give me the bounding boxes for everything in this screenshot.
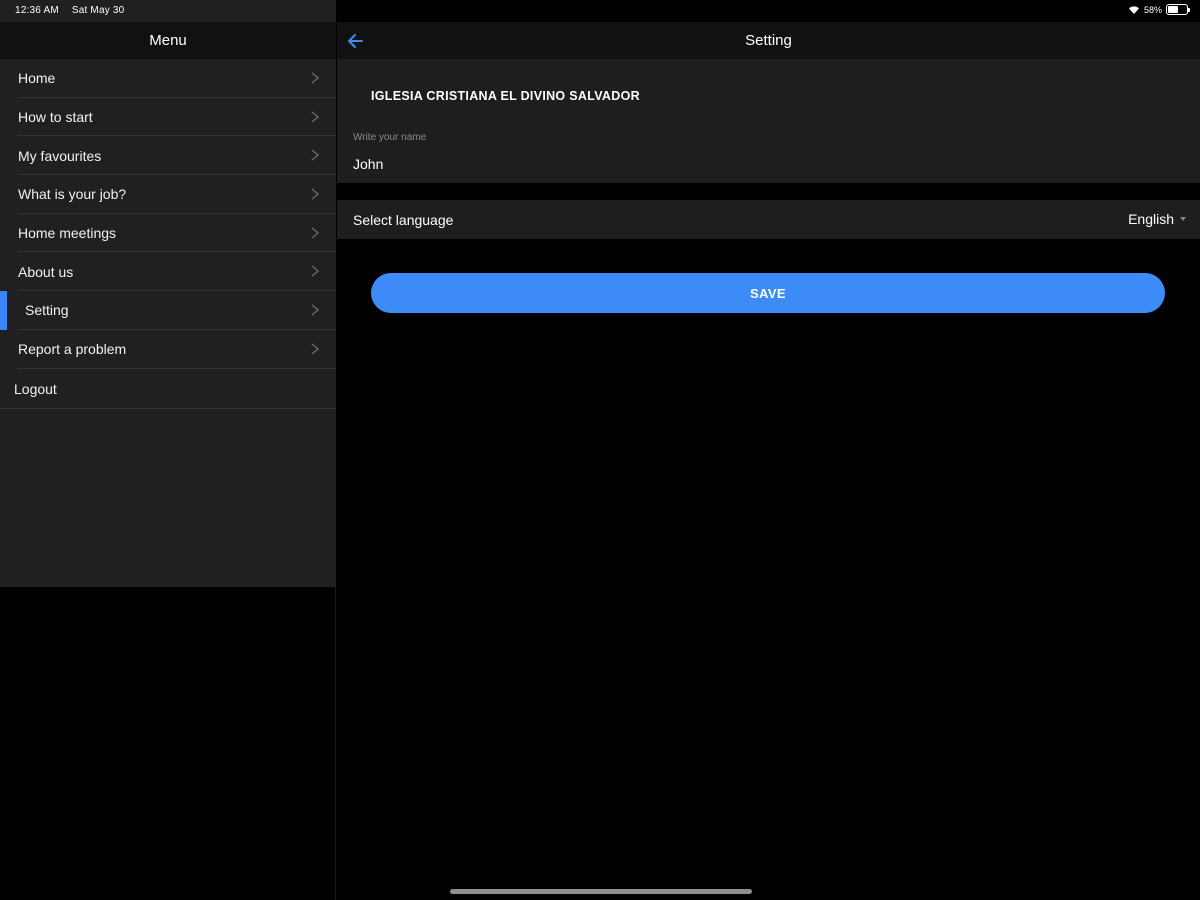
sidebar-item-label: Report a problem [18, 341, 127, 358]
page-title: Setting [745, 32, 792, 49]
sidebar-item-label: Setting [25, 302, 69, 319]
sidebar-item-about-us[interactable]: About us [0, 252, 336, 291]
profile-card: IGLESIA CRISTIANA EL DIVINO SALVADOR Wri… [337, 59, 1200, 183]
sidebar-item-label: Home meetings [18, 225, 117, 242]
sidebar-item-home[interactable]: Home [0, 59, 336, 98]
language-label: Select language [353, 211, 454, 228]
sidebar-item-label: How to start [18, 109, 93, 126]
sidebar-item-my-favourites[interactable]: My favourites [0, 136, 336, 175]
language-select[interactable]: English [1128, 211, 1186, 227]
save-button[interactable]: SAVE [371, 273, 1165, 313]
chevron-right-icon [311, 343, 320, 355]
status-left: 12:36 AM Sat May 30 [15, 5, 134, 16]
sidebar-item-label: About us [18, 263, 74, 280]
chevron-right-icon [311, 72, 320, 84]
chevron-right-icon [311, 188, 320, 200]
logout-label: Logout [14, 380, 57, 397]
chevron-right-icon [311, 304, 320, 316]
chevron-right-icon [311, 265, 320, 277]
home-indicator[interactable] [450, 889, 752, 894]
sidebar-item-home-meetings[interactable]: Home meetings [0, 214, 336, 253]
chevron-right-icon [311, 149, 320, 161]
sidebar-item-label: My favourites [18, 147, 102, 164]
name-field[interactable] [353, 153, 1183, 175]
chevron-right-icon [311, 227, 320, 239]
language-value: English [1128, 211, 1174, 227]
sidebar-item-report-a-problem[interactable]: Report a problem [0, 330, 336, 369]
sidebar-item-how-to-start[interactable]: How to start [0, 98, 336, 137]
sidebar-menu: Home How to start My favourites What is … [0, 59, 336, 409]
sidebar-item-label: Home [18, 70, 56, 87]
sidebar-item-what-is-your-job[interactable]: What is your job? [0, 175, 336, 214]
sidebar-item-label: What is your job? [18, 186, 127, 203]
status-bar: 12:36 AM Sat May 30 58% [0, 0, 1200, 22]
sidebar-item-setting[interactable]: Setting [0, 291, 336, 330]
chevron-right-icon [311, 111, 320, 123]
status-right: 58% [1128, 4, 1190, 15]
battery-level [1168, 6, 1179, 13]
battery-percent: 58% [1143, 4, 1162, 15]
menu-title: Menu [149, 32, 187, 49]
caret-down-icon [1180, 217, 1186, 221]
wifi-icon [1128, 5, 1139, 14]
sidebar: Menu Home How to start My favourites Wha… [0, 0, 336, 900]
battery-icon [1166, 4, 1190, 15]
logout-button[interactable]: Logout [0, 369, 336, 409]
sidebar-header: Menu [0, 22, 336, 59]
status-time: 12:36 AM [15, 5, 59, 16]
language-row: Select language English [337, 200, 1200, 239]
status-date: Sat May 30 [71, 5, 125, 16]
back-arrow-icon[interactable] [345, 31, 367, 51]
page-header: Setting [337, 22, 1200, 59]
organization-name: IGLESIA CRISTIANA EL DIVINO SALVADOR [371, 89, 640, 103]
name-field-label: Write your name [353, 132, 427, 143]
